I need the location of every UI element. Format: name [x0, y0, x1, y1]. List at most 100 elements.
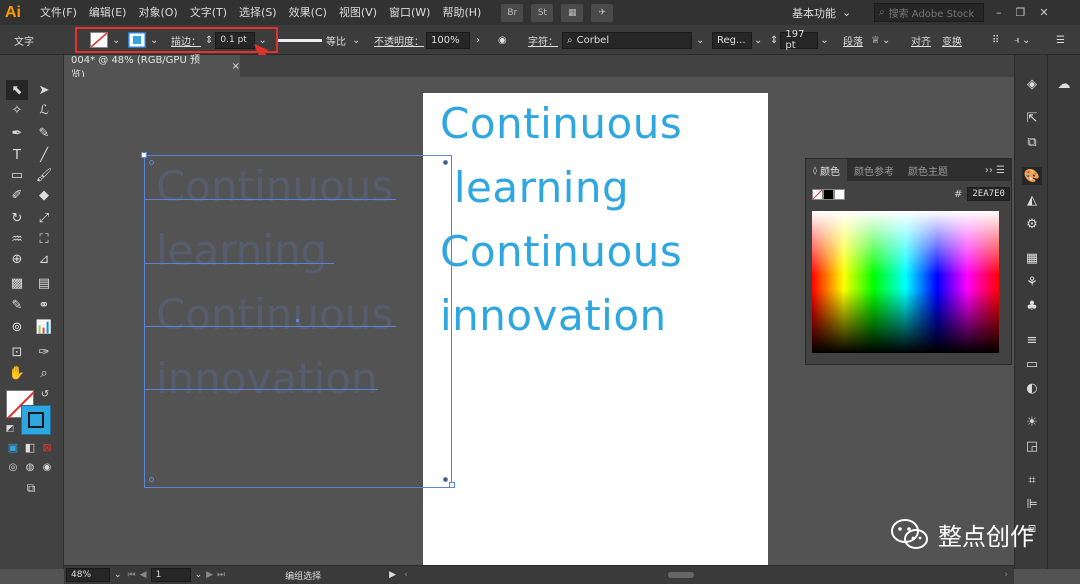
close-icon[interactable]: ✕	[1039, 6, 1048, 19]
recolor-icon[interactable]: ⚙	[1022, 215, 1042, 233]
paragraph-label[interactable]: 段落	[843, 31, 863, 49]
font-style-select[interactable]: Reg... ⌄	[712, 31, 762, 49]
menu-effect[interactable]: 效果(C)	[283, 0, 333, 25]
color-guide-icon[interactable]: ◭	[1022, 191, 1042, 209]
character-label[interactable]: 字符：	[528, 31, 558, 49]
magic-wand-icon[interactable]: ✧	[6, 100, 28, 120]
horizontal-scrollbar-thumb[interactable]	[667, 572, 694, 578]
opacity-field[interactable]: 100% ›	[426, 31, 480, 49]
gradient-panel-icon[interactable]: ▭	[1022, 355, 1042, 373]
rectangle-tool-icon[interactable]: ▭	[6, 165, 28, 185]
isolate-icon[interactable]: ⫣ ⌄	[1014, 31, 1030, 49]
artboard-number-field[interactable]: 1	[150, 568, 191, 582]
lasso-icon[interactable]: ℒ	[33, 100, 55, 120]
mesh-tool-icon[interactable]: ▩	[6, 273, 28, 293]
stroke-panel-icon[interactable]: ≡	[1022, 331, 1042, 349]
paintbrush-icon[interactable]: 🖌	[33, 165, 55, 185]
export-icon[interactable]: ⇱	[1022, 109, 1042, 127]
menu-object[interactable]: 对象(O)	[132, 0, 183, 25]
shaper-tool-icon[interactable]: ✐	[6, 185, 28, 205]
free-transform-icon[interactable]: ⛶	[33, 229, 55, 249]
creative-cloud-libraries-icon[interactable]: ☁	[1054, 75, 1074, 93]
eraser-icon[interactable]: ◆	[33, 185, 55, 205]
search-input[interactable]: ⌕ 搜索 Adobe Stock	[874, 3, 984, 22]
menu-help[interactable]: 帮助(H)	[436, 0, 487, 25]
color-mode-icon[interactable]: ▣	[6, 440, 20, 454]
gpu-performance-icon[interactable]: ✈	[591, 3, 614, 22]
menu-edit[interactable]: 编辑(E)	[83, 0, 133, 25]
tab-color-themes[interactable]: 颜色主题	[901, 159, 955, 181]
layers-icon[interactable]: ◈	[1022, 75, 1042, 93]
draw-normal-icon[interactable]: ◎	[6, 460, 20, 474]
transparency-icon[interactable]: ◐	[1022, 379, 1042, 397]
direct-selection-tool-icon[interactable]: ➤	[33, 80, 55, 100]
menu-type[interactable]: 文字(T)	[184, 0, 233, 25]
bridge-icon[interactable]: Br	[501, 3, 524, 22]
draw-inside-icon[interactable]: ◉	[40, 460, 54, 474]
menu-window[interactable]: 窗口(W)	[383, 0, 436, 25]
resize-handle[interactable]	[141, 152, 147, 158]
hex-value[interactable]: 2EA7E0	[967, 187, 1010, 201]
selection-tool-icon[interactable]: ⬉	[6, 80, 28, 100]
tab-color-guide[interactable]: 颜色参考	[847, 159, 901, 181]
none-swatch-icon[interactable]	[812, 189, 823, 200]
font-size-field[interactable]: ⇕ 197 pt ⌄	[770, 29, 829, 51]
color-spectrum[interactable]	[812, 211, 999, 353]
swatches-icon[interactable]: ▦	[1022, 249, 1042, 267]
scroll-right-icon[interactable]: ›	[1004, 570, 1008, 580]
menu-view[interactable]: 视图(V)	[333, 0, 383, 25]
resize-handle[interactable]	[449, 482, 455, 488]
font-family-field[interactable]: ⌕ Corbel	[562, 31, 692, 49]
status-menu-icon[interactable]: ▶	[389, 570, 396, 580]
scale-tool-icon[interactable]: ⤢	[33, 208, 55, 228]
arrange-documents-icon[interactable]: ▦	[561, 3, 584, 22]
panel-menu-icon[interactable]: ⠿	[992, 31, 999, 49]
eyedropper-icon[interactable]: ✎	[6, 295, 28, 315]
draw-behind-icon[interactable]: ◍	[23, 460, 37, 474]
close-tab-icon[interactable]: ×	[232, 61, 240, 72]
scroll-left-icon[interactable]: ‹	[404, 570, 408, 580]
color-panel-icon[interactable]: 🎨	[1022, 167, 1042, 185]
glyphs-icon[interactable]: ♕ ⌄	[871, 31, 890, 49]
stroke-profile-select[interactable]: 等比 ⌄	[278, 31, 360, 49]
screen-mode-icon[interactable]: ⧉	[20, 480, 42, 496]
tab-color[interactable]: ◊ 颜色	[806, 159, 847, 181]
column-graph-icon[interactable]: 📊	[33, 317, 55, 337]
artboard-tool-icon[interactable]: ⊡	[6, 342, 28, 362]
rotate-tool-icon[interactable]: ↻	[6, 208, 28, 228]
last-artboard-icon[interactable]: ⏭	[217, 570, 225, 580]
appearance-icon[interactable]: ☀	[1022, 413, 1042, 431]
panel-menu-icon[interactable]: ›› ☰	[985, 165, 1011, 176]
swap-colors-icon[interactable]: ↺	[38, 387, 52, 401]
workspace-switcher[interactable]: 基本功能 ⌄	[792, 3, 851, 22]
blend-tool-icon[interactable]: ⚭	[33, 295, 55, 315]
anchor-point[interactable]	[149, 477, 154, 482]
none-mode-icon[interactable]: ⊠	[40, 440, 54, 454]
font-style-value[interactable]: Reg...	[712, 31, 752, 49]
menu-select[interactable]: 选择(S)	[233, 0, 283, 25]
hex-input[interactable]: # 2EA7E0	[954, 187, 1010, 201]
perspective-grid-icon[interactable]: ⊿	[33, 249, 55, 269]
transform-label[interactable]: 变换	[942, 31, 962, 49]
first-artboard-icon[interactable]: ⏮	[128, 570, 136, 580]
gradient-mode-icon[interactable]: ◧	[23, 440, 37, 454]
curvature-icon[interactable]: ✎	[33, 123, 55, 143]
spinner-icon[interactable]: ⇕	[770, 35, 778, 46]
pen-tool-icon[interactable]: ✒	[6, 123, 28, 143]
menu-icon[interactable]: ☰	[1056, 31, 1065, 49]
zoom-field[interactable]: 48%	[66, 568, 110, 582]
opacity-value[interactable]: 100%	[426, 31, 470, 49]
chevron-down-icon[interactable]: ⌄	[114, 570, 122, 580]
graphic-styles-icon[interactable]: ◲	[1022, 437, 1042, 455]
anchor-point[interactable]	[443, 477, 448, 482]
warp-tool-icon[interactable]: ♒	[6, 229, 28, 249]
type-tool-icon[interactable]: T	[6, 145, 28, 165]
opacity-label[interactable]: 不透明度：	[374, 31, 424, 49]
white-swatch[interactable]	[834, 189, 845, 200]
line-tool-icon[interactable]: ╱	[33, 145, 55, 165]
zoom-tool-icon[interactable]: ⌕	[33, 363, 55, 383]
document-tab[interactable]: 004* @ 48% (RGB/GPU 预览) ×	[64, 55, 240, 81]
chevron-down-icon[interactable]: ⌄	[195, 570, 203, 580]
stroke-swatch-large[interactable]	[21, 405, 51, 435]
restore-icon[interactable]: ❐	[1016, 6, 1026, 19]
